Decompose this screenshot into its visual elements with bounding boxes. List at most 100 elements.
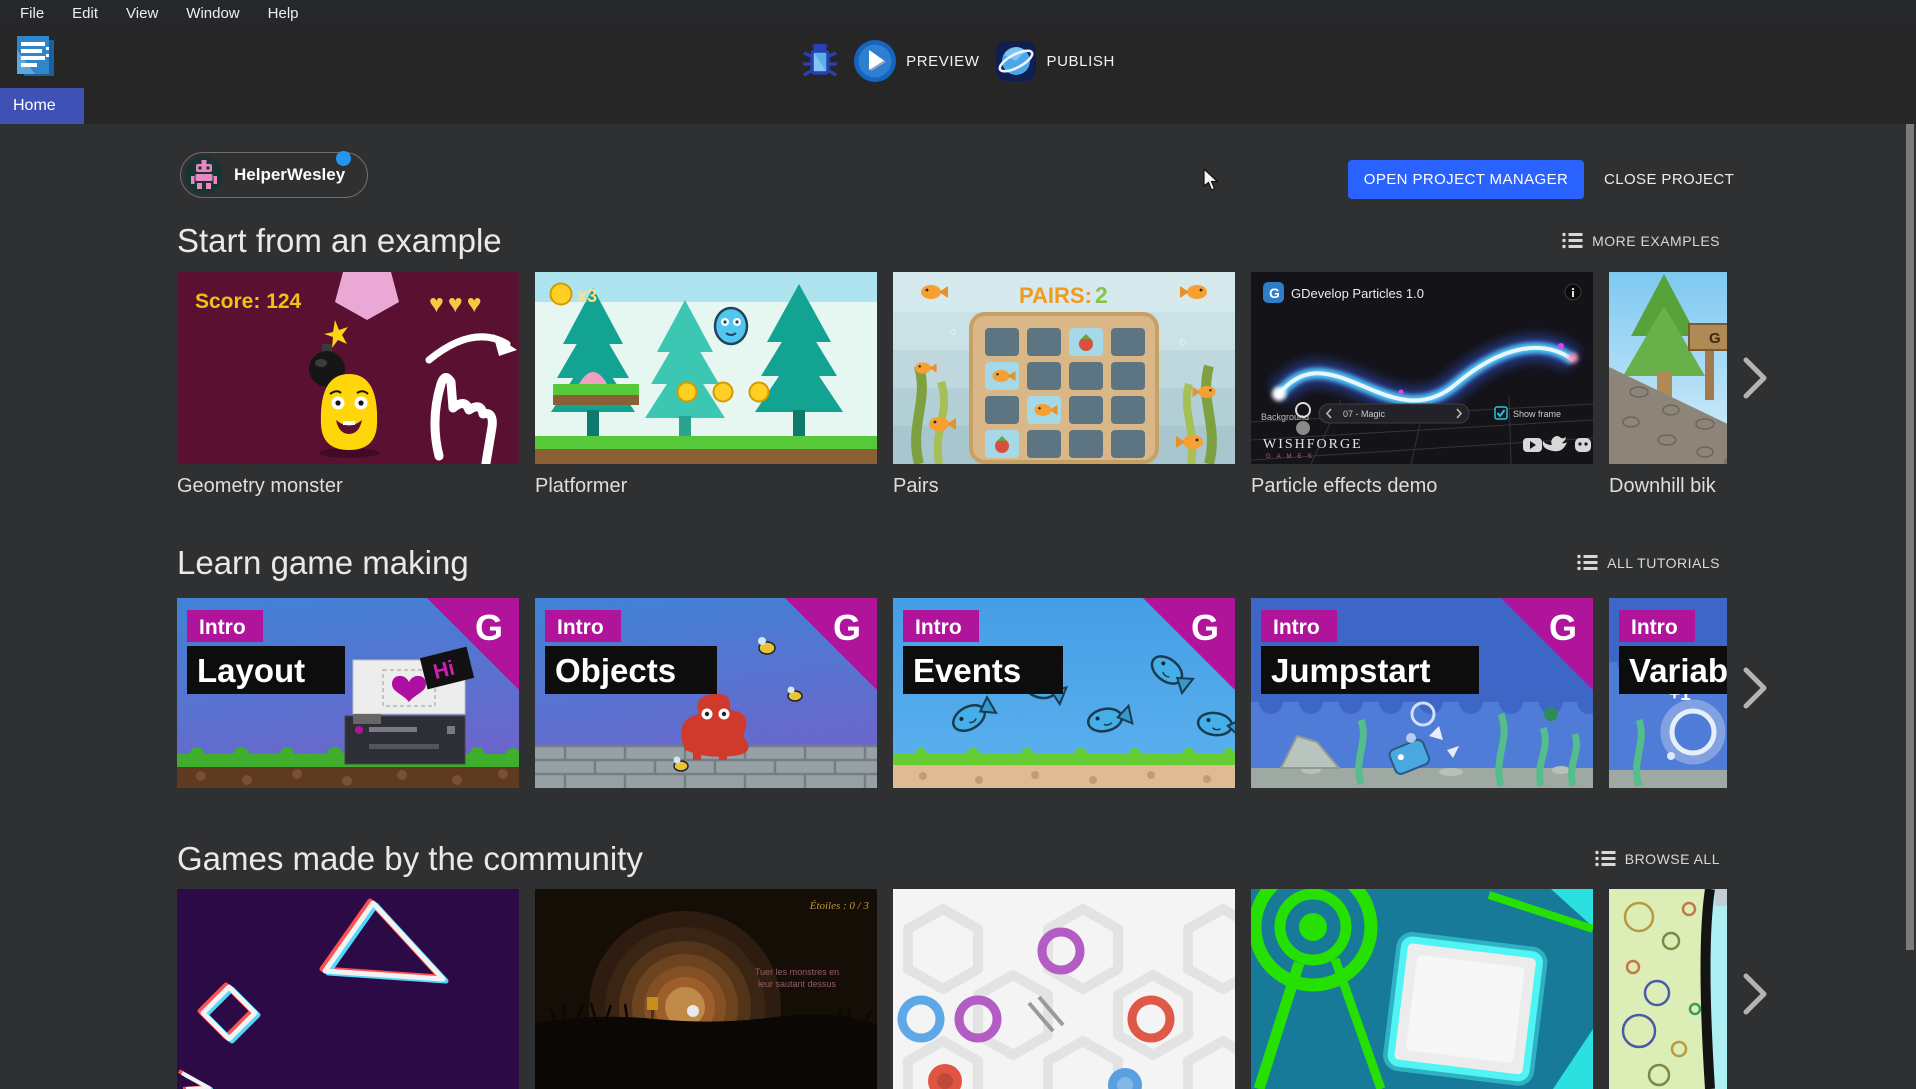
teal-arcade-thumbnail	[1251, 889, 1593, 1089]
menu-help[interactable]: Help	[254, 2, 313, 25]
all-tutorials-button[interactable]: ALL TUTORIALS	[1577, 554, 1720, 571]
browse-all-button[interactable]: BROWSE ALL	[1595, 850, 1720, 867]
pairs-thumbnail: PAIRS: 2	[893, 272, 1235, 464]
downhill-thumbnail: G	[1609, 272, 1727, 464]
tutorial-card-events[interactable]: G Intro Events	[893, 598, 1235, 788]
mouse-cursor	[1203, 169, 1221, 193]
community-card-chemistry[interactable]	[1609, 889, 1727, 1089]
more-examples-label: MORE EXAMPLES	[1592, 233, 1720, 249]
example-card-particle-effects[interactable]: G GDevelop Particles 1.0 Background 07 -…	[1251, 272, 1593, 498]
example-card-pairs[interactable]: PAIRS: 2 Pairs	[893, 272, 1235, 498]
intro-tag-text: Intro	[1631, 616, 1678, 639]
menu-file[interactable]: File	[6, 2, 58, 25]
particles-selector-text: 07 - Magic	[1343, 409, 1386, 419]
examples-scroll-right-chevron[interactable]	[1740, 356, 1770, 400]
geometry-monster-thumbnail: Score: 124 ♥♥♥	[177, 272, 519, 464]
section-title-examples: Start from an example	[177, 222, 502, 260]
debugger-bug-icon[interactable]	[801, 41, 839, 81]
gdevelop-logo: G	[475, 607, 503, 648]
tab-home-label: Home	[13, 97, 56, 115]
intro-variables-thumbnail: +1 G Intro Variab	[1609, 598, 1727, 788]
intro-tag-text: Intro	[915, 616, 962, 639]
intro-jumpstart-thumbnail: G Intro Jumpstart	[1251, 598, 1593, 788]
more-examples-button[interactable]: MORE EXAMPLES	[1562, 232, 1720, 249]
tutorial-card-variables[interactable]: +1 G Intro Variab	[1609, 598, 1727, 788]
open-project-manager-button[interactable]: OPEN PROJECT MANAGER	[1348, 160, 1584, 199]
tutorial-card-jumpstart[interactable]: G Intro Jumpstart	[1251, 598, 1593, 788]
coin-count-text: x3	[577, 286, 597, 306]
intro-layout-thumbnail: Hi G Intro Layout	[177, 598, 519, 788]
gdevelop-logo: G	[1191, 607, 1219, 648]
pairs-label-text: PAIRS:	[1019, 283, 1092, 308]
example-card-downhill[interactable]: G Downhill bik	[1609, 272, 1727, 498]
community-scroll-right-chevron[interactable]	[1740, 972, 1770, 1016]
tutorial-card-objects[interactable]: G Intro Objects	[535, 598, 877, 788]
stars-counter-text: Étoiles : 0 / 3	[809, 900, 870, 912]
menu-window[interactable]: Window	[172, 2, 253, 25]
avatar	[185, 156, 223, 194]
tutorials-row: Hi G Intro Layout	[177, 598, 1727, 788]
list-icon	[1577, 554, 1598, 571]
hint-line-2: leur sautant dessus	[758, 979, 837, 989]
example-card-platformer[interactable]: x3 Platformer	[535, 272, 877, 498]
tutorial-title-text: Layout	[197, 652, 305, 689]
tutorials-scroll-right-chevron[interactable]	[1740, 666, 1770, 710]
username: HelperWesley	[234, 165, 345, 185]
vertical-scrollbar-thumb[interactable]	[1906, 124, 1914, 950]
intro-tag-text: Intro	[199, 616, 246, 639]
sign-text: G	[1709, 330, 1721, 347]
tab-home[interactable]: Home	[0, 88, 84, 124]
tutorial-title-text: Objects	[555, 652, 676, 689]
example-title: Platformer	[535, 475, 877, 498]
particles-title-text: GDevelop Particles 1.0	[1291, 286, 1424, 301]
intro-tag-text: Intro	[1273, 616, 1320, 639]
example-title: Geometry monster	[177, 475, 519, 498]
open-project-manager-label: OPEN PROJECT MANAGER	[1364, 171, 1568, 188]
chemistry-thumbnail	[1609, 889, 1727, 1089]
tutorial-title-text: Jumpstart	[1271, 652, 1431, 689]
preview-button[interactable]: PREVIEW	[853, 39, 979, 83]
community-card-neon-shapes[interactable]	[177, 889, 519, 1089]
menu-edit[interactable]: Edit	[58, 2, 112, 25]
wishforge-brand-text: WISHFORGE	[1263, 437, 1363, 452]
hex-puzzle-thumbnail	[893, 889, 1235, 1089]
community-card-teal-arcade[interactable]	[1251, 889, 1593, 1089]
community-card-sunset[interactable]: Étoiles : 0 / 3 Tuer les monstres en leu…	[535, 889, 877, 1089]
section-title-community: Games made by the community	[177, 840, 643, 878]
intro-objects-thumbnail: G Intro Objects	[535, 598, 877, 788]
publish-label: PUBLISH	[1047, 53, 1115, 70]
intro-tag-text: Intro	[557, 616, 604, 639]
close-project-button[interactable]: CLOSE PROJECT	[1596, 160, 1742, 199]
notification-dot	[336, 151, 351, 166]
wishforge-sub-text: GAMES	[1266, 454, 1318, 460]
hint-line-1: Tuer les monstres en	[755, 967, 839, 977]
score-text: Score: 124	[195, 290, 302, 313]
section-title-tutorials: Learn game making	[177, 544, 469, 582]
intro-events-thumbnail: G Intro Events	[893, 598, 1235, 788]
community-card-hex-puzzle[interactable]	[893, 889, 1235, 1089]
list-icon	[1595, 850, 1616, 867]
close-project-label: CLOSE PROJECT	[1604, 171, 1734, 188]
hearts-text: ♥♥♥	[429, 290, 486, 318]
sunset-thumbnail: Étoiles : 0 / 3 Tuer les monstres en leu…	[535, 889, 877, 1089]
examples-row: Score: 124 ♥♥♥ Geometry monster	[177, 272, 1727, 498]
example-card-geometry-monster[interactable]: Score: 124 ♥♥♥ Geometry monster	[177, 272, 519, 498]
publish-button[interactable]: PUBLISH	[994, 39, 1115, 83]
preview-play-icon	[853, 39, 897, 83]
platformer-thumbnail: x3	[535, 272, 877, 464]
g-chip-text: G	[1269, 285, 1280, 301]
all-tutorials-label: ALL TUTORIALS	[1607, 555, 1720, 571]
tutorial-title-text: Variab	[1629, 652, 1727, 689]
menu-bar: File Edit View Window Help	[0, 0, 1916, 26]
gdevelop-logo: G	[833, 607, 861, 648]
browse-all-label: BROWSE ALL	[1625, 851, 1720, 867]
pairs-count-text: 2	[1095, 282, 1108, 308]
tutorial-card-layout[interactable]: Hi G Intro Layout	[177, 598, 519, 788]
community-row: Étoiles : 0 / 3 Tuer les monstres en leu…	[177, 889, 1727, 1089]
example-title: Downhill bik	[1609, 475, 1727, 498]
menu-view[interactable]: View	[112, 2, 172, 25]
publish-globe-icon	[994, 39, 1038, 83]
neon-shapes-thumbnail	[177, 889, 519, 1089]
show-frame-label-text: Show frame	[1513, 409, 1561, 419]
gdevelop-logo: G	[1549, 607, 1577, 648]
